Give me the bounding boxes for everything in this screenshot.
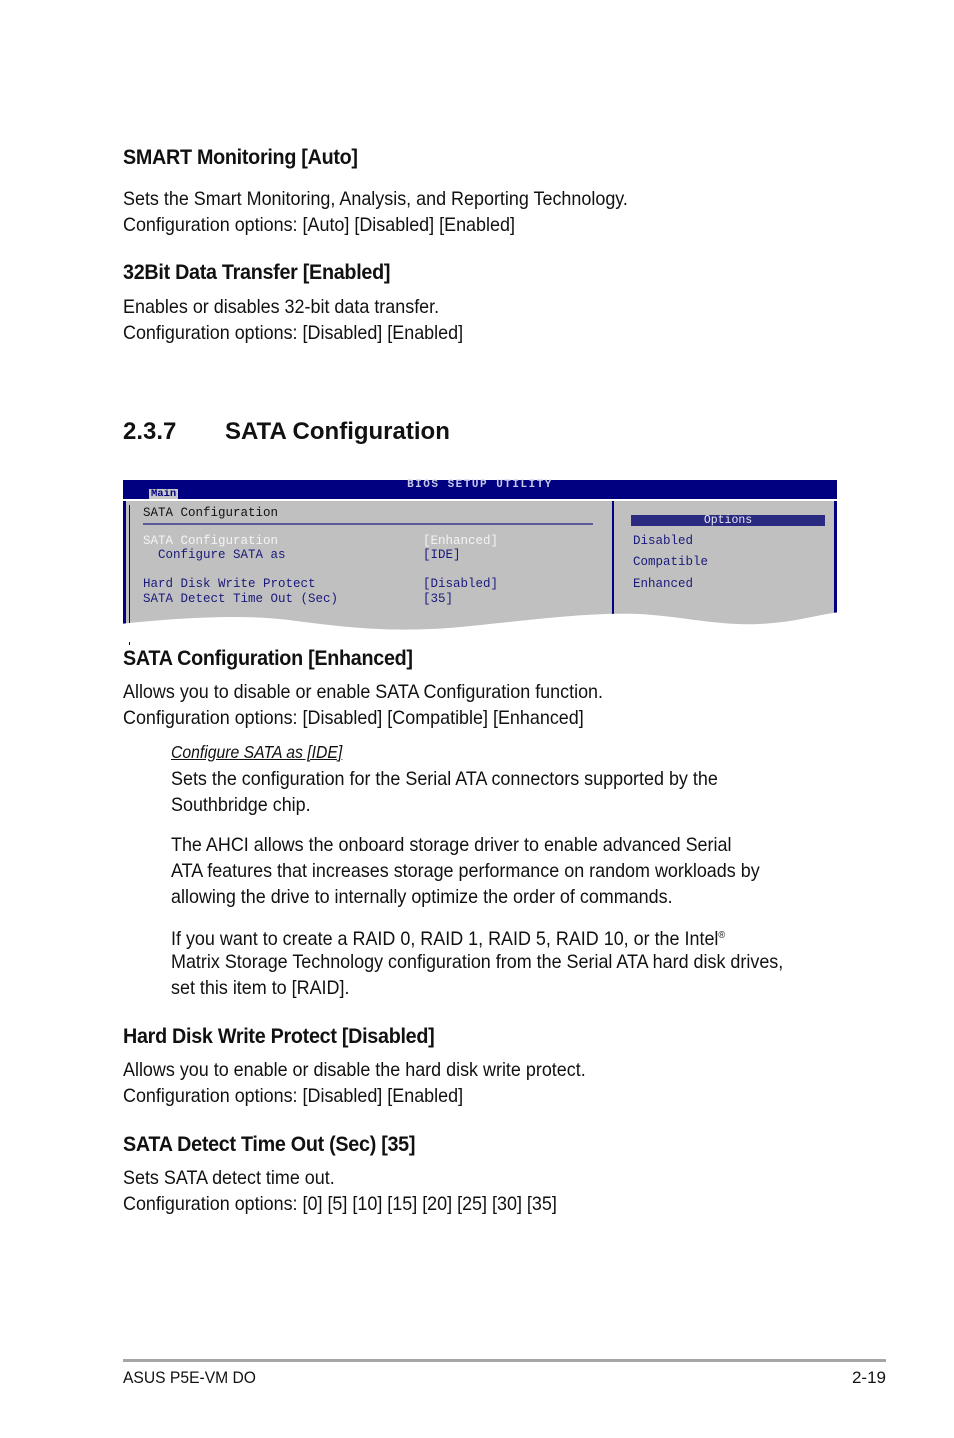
bios-heading-rule bbox=[143, 523, 593, 525]
bios-item-value[interactable]: [IDE] bbox=[423, 548, 461, 562]
32bit-transfer-options: Configuration options: [Disabled] [Enabl… bbox=[123, 322, 464, 344]
smart-monitoring-desc: Sets the Smart Monitoring, Analysis, and… bbox=[123, 188, 628, 210]
configure-sata-p1: Southbridge chip. bbox=[171, 794, 311, 816]
configure-sata-p2: The AHCI allows the onboard storage driv… bbox=[171, 834, 732, 856]
hdwp-desc: Allows you to enable or disable the hard… bbox=[123, 1059, 586, 1081]
bios-options-header: Options bbox=[631, 515, 825, 526]
timeout-desc: Sets SATA detect time out. bbox=[123, 1167, 335, 1189]
timeout-options: Configuration options: [0] [5] [10] [15]… bbox=[123, 1193, 557, 1215]
bios-option[interactable]: Disabled bbox=[633, 534, 693, 548]
footer-page-number: 2-19 bbox=[851, 1368, 886, 1387]
bios-title: BIOS SETUP UTILITY bbox=[407, 479, 553, 491]
section-title: SATA Configuration bbox=[225, 418, 450, 445]
hdwp-heading: Hard Disk Write Protect [Disabled] bbox=[123, 1025, 435, 1048]
bios-item-value[interactable]: [Disabled] bbox=[423, 577, 498, 591]
timeout-heading: SATA Detect Time Out (Sec) [35] bbox=[123, 1133, 416, 1156]
footer-rule bbox=[123, 1359, 886, 1362]
configure-sata-p2: ATA features that increases storage perf… bbox=[171, 860, 760, 882]
configure-sata-p3: If you want to create a RAID 0, RAID 1, … bbox=[171, 923, 725, 952]
section-number: 2.3.7 bbox=[123, 418, 177, 445]
32bit-transfer-heading: 32Bit Data Transfer [Enabled] bbox=[123, 261, 391, 284]
bios-option[interactable]: Enhanced bbox=[633, 577, 693, 591]
bios-item-label[interactable]: SATA Configuration bbox=[143, 534, 278, 548]
bios-item-label[interactable]: Hard Disk Write Protect bbox=[143, 577, 316, 591]
configure-sata-p3: set this item to [RAID]. bbox=[171, 977, 350, 999]
bios-item-label[interactable]: Configure SATA as bbox=[143, 548, 286, 562]
configure-sata-p1: Sets the configuration for the Serial AT… bbox=[171, 768, 718, 790]
smart-monitoring-heading: SMART Monitoring [Auto] bbox=[123, 146, 358, 169]
footer-product: ASUS P5E-VM DO bbox=[123, 1368, 256, 1387]
sata-config-options: Configuration options: [Disabled] [Compa… bbox=[123, 707, 584, 729]
bios-item-value[interactable]: [Enhanced] bbox=[423, 534, 498, 548]
configure-sata-p2: allowing the drive to internally optimiz… bbox=[171, 886, 673, 908]
32bit-transfer-desc: Enables or disables 32-bit data transfer… bbox=[123, 296, 440, 318]
configure-sata-p3: Matrix Storage Technology configuration … bbox=[171, 951, 784, 973]
bios-option[interactable]: Compatible bbox=[633, 555, 708, 569]
smart-monitoring-options: Configuration options: [Auto] [Disabled]… bbox=[123, 214, 515, 236]
configure-sata-p3-text: If you want to create a RAID 0, RAID 1, … bbox=[171, 928, 719, 950]
bios-screenshot: BIOS SETUP UTILITY Main SATA Configurati… bbox=[119, 479, 841, 645]
sata-config-desc: Allows you to disable or enable SATA Con… bbox=[123, 681, 604, 703]
bios-panel-heading: SATA Configuration bbox=[143, 506, 279, 520]
configure-sata-subheading: Configure SATA as [IDE] bbox=[171, 742, 343, 762]
sata-config-heading: SATA Configuration [Enhanced] bbox=[123, 647, 413, 670]
section-heading: 2.3.7 SATA Configuration bbox=[123, 418, 450, 446]
hdwp-options: Configuration options: [Disabled] [Enabl… bbox=[123, 1085, 464, 1107]
bios-tab-main[interactable]: Main bbox=[149, 489, 179, 499]
torn-edge bbox=[119, 612, 841, 642]
registered-mark: ® bbox=[718, 930, 726, 941]
